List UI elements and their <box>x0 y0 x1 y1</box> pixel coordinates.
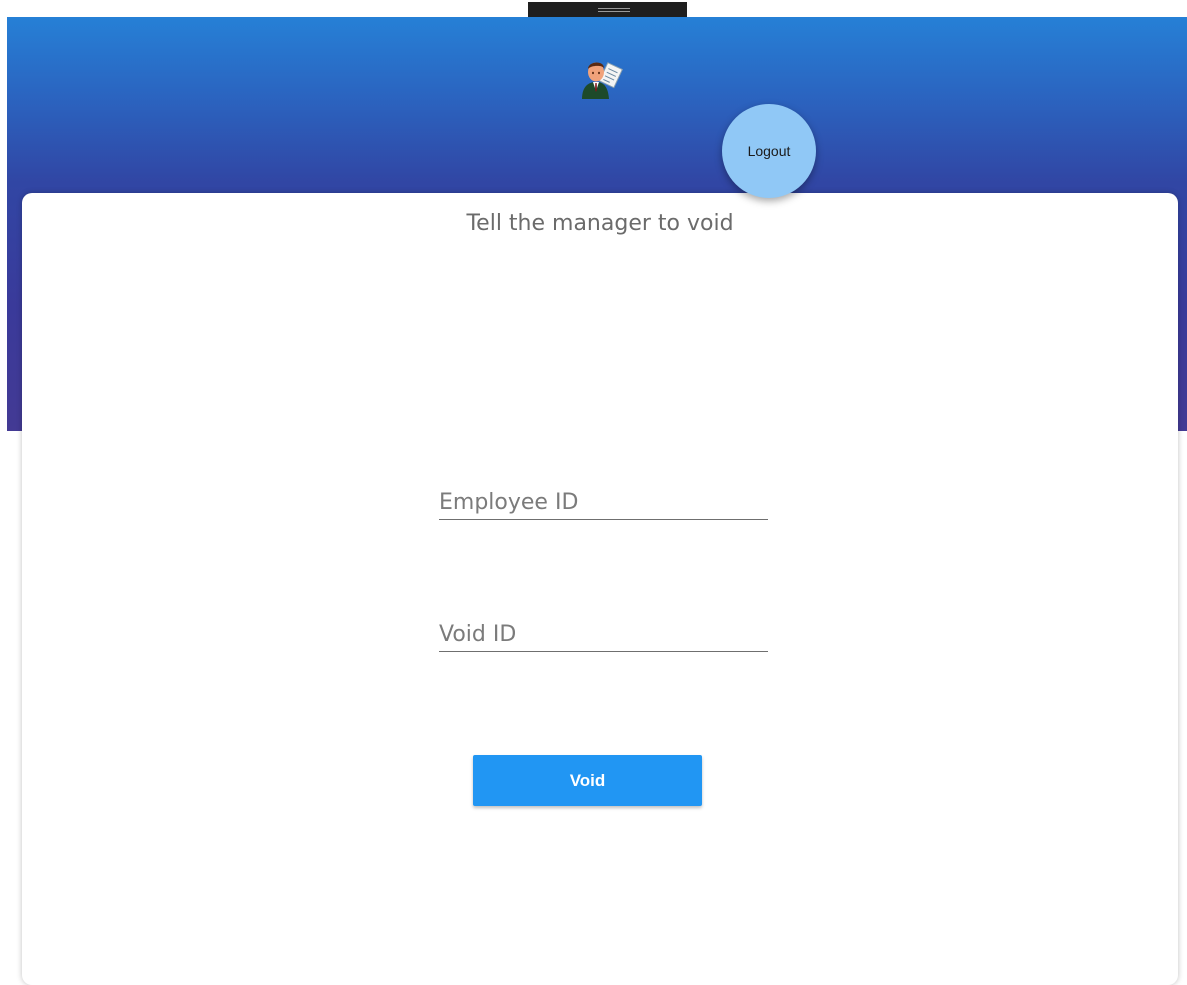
grip-line <box>598 11 630 12</box>
void-form-card: Tell the manager to void Void <box>22 193 1178 985</box>
logout-label: Logout <box>747 143 791 159</box>
employee-id-input[interactable] <box>439 490 768 515</box>
void-id-input[interactable] <box>439 622 768 647</box>
grip-line <box>598 8 630 9</box>
logout-button[interactable]: Logout <box>722 104 816 198</box>
employee-id-field <box>439 479 768 520</box>
void-id-field <box>439 611 768 652</box>
window-drag-handle[interactable] <box>528 2 687 18</box>
page-title: Tell the manager to void <box>466 211 734 236</box>
businessman-avatar-icon <box>576 55 624 99</box>
void-button[interactable]: Void <box>473 755 702 806</box>
